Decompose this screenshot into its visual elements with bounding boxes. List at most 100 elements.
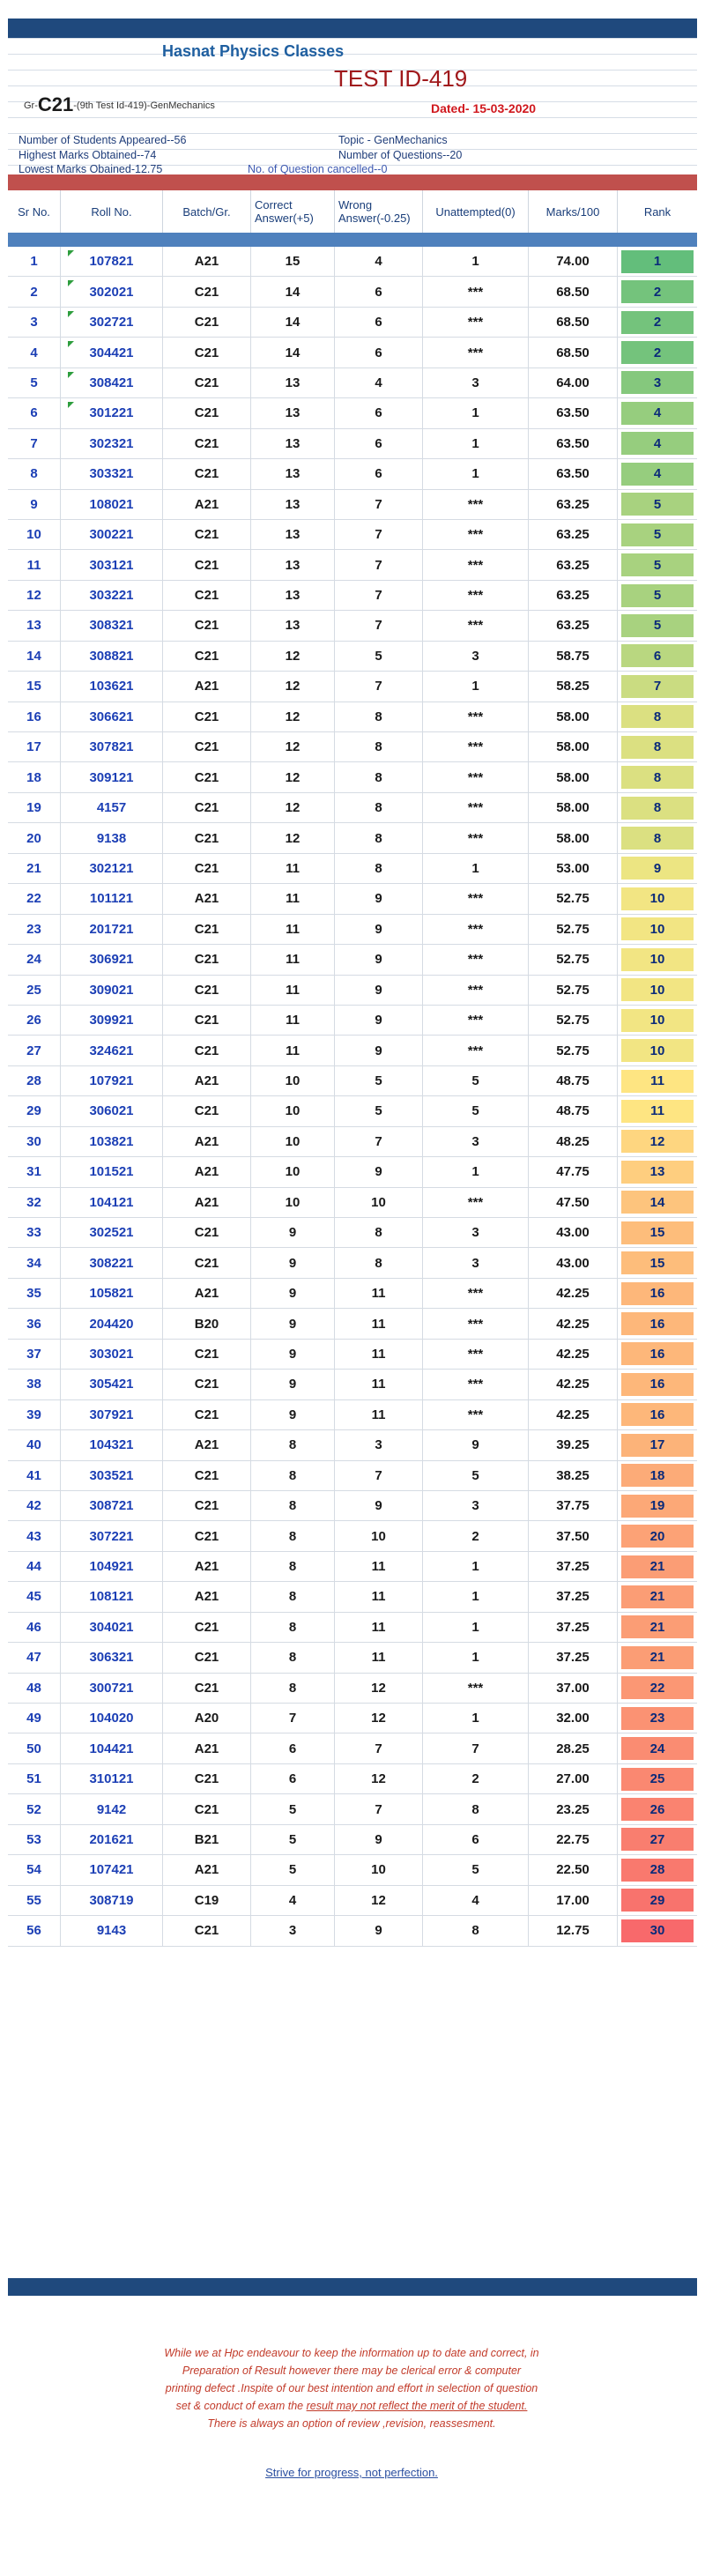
unattempted-cell: *** [423,1278,529,1309]
sr-no-cell: 35 [8,1278,61,1309]
roll-no-cell: 302521 [61,1218,163,1248]
unattempted-cell: 7 [423,1733,529,1763]
sr-no-cell: 5 [8,367,61,398]
wrong-cell: 9 [335,1824,423,1855]
wrong-cell: 8 [335,732,423,762]
marks-cell: 32.00 [529,1704,618,1733]
comment-marker-icon [68,341,74,348]
unattempted-cell: *** [423,1187,529,1217]
marks-cell: 58.00 [529,792,618,823]
table-row: 41 303521 C21 8 7 5 38.25 18 [8,1460,697,1491]
wrong-cell: 5 [335,1096,423,1126]
table-row: 47 306321 C21 8 11 1 37.25 21 [8,1643,697,1674]
marks-cell: 27.00 [529,1763,618,1794]
correct-cell: 11 [251,945,335,975]
unattempted-cell: 3 [423,367,529,398]
rank-cell: 7 [618,672,697,701]
rank-cell: 2 [618,308,697,337]
rank-value: 16 [621,1342,694,1366]
sr-no-cell: 7 [8,428,61,459]
sr-no-cell: 55 [8,1885,61,1916]
roll-no-cell: 307921 [61,1399,163,1430]
lowest-marks: Lowest Marks Obained-12.75 [19,163,163,175]
rank-cell: 2 [618,338,697,367]
unattempted-cell: *** [423,1399,529,1430]
sr-no-cell: 33 [8,1218,61,1248]
wrong-cell: 6 [335,398,423,428]
unattempted-cell: *** [423,914,529,945]
sr-no-cell: 6 [8,398,61,428]
rank-cell: 21 [618,1582,697,1611]
marks-cell: 68.50 [529,277,618,307]
batch-cell: A21 [163,1126,251,1157]
sr-no-cell: 47 [8,1643,61,1673]
correct-cell: 10 [251,1157,335,1187]
roll-no-cell: 309121 [61,762,163,792]
sr-no-cell: 21 [8,853,61,884]
col-correct: Correct Answer(+5) [251,190,335,233]
batch-cell: C21 [163,1794,251,1824]
rank-cell: 20 [618,1521,697,1550]
marks-cell: 37.25 [529,1612,618,1643]
correct-cell: 9 [251,1339,335,1370]
rank-value: 10 [621,1039,694,1063]
roll-no-cell: 9143 [61,1916,163,1946]
rank-value: 24 [621,1737,694,1761]
roll-no-cell: 104121 [61,1187,163,1217]
unattempted-cell: 1 [423,672,529,702]
wrong-cell: 7 [335,1126,423,1157]
sr-no-cell: 48 [8,1673,61,1703]
roll-no-cell: 101521 [61,1157,163,1187]
top-header-bar [8,19,697,38]
sr-no-cell: 18 [8,762,61,792]
marks-cell: 68.50 [529,338,618,367]
sr-no-cell: 56 [8,1916,61,1946]
marks-cell: 37.25 [529,1582,618,1612]
rank-value: 21 [621,1585,694,1608]
correct-cell: 8 [251,1551,335,1582]
roll-no-cell: 204420 [61,1309,163,1339]
rank-cell: 8 [618,762,697,791]
group-code: C21 [37,93,74,115]
correct-cell: 10 [251,1126,335,1157]
unattempted-cell: 1 [423,247,529,277]
wrong-cell: 6 [335,277,423,307]
batch-cell: A21 [163,1157,251,1187]
table-row: 25 309021 C21 11 9 *** 52.75 10 [8,975,697,1006]
batch-cell: C21 [163,1460,251,1490]
sr-no-cell: 38 [8,1370,61,1399]
wrong-cell: 6 [335,307,423,338]
marks-cell: 37.00 [529,1673,618,1703]
table-row: 55 308719 C19 4 12 4 17.00 29 [8,1885,697,1917]
rank-cell: 16 [618,1309,697,1338]
table-row: 10 300221 C21 13 7 *** 63.25 5 [8,519,697,551]
rank-value: 2 [621,341,694,365]
unattempted-cell: 3 [423,1126,529,1157]
batch-cell: C21 [163,307,251,338]
correct-cell: 9 [251,1278,335,1309]
roll-no-cell: 309921 [61,1005,163,1036]
correct-cell: 5 [251,1855,335,1885]
rank-value: 5 [621,493,694,516]
sr-no-cell: 24 [8,945,61,975]
col-batch: Batch/Gr. [163,190,251,233]
rank-value: 9 [621,857,694,880]
roll-no-cell: 302121 [61,853,163,884]
correct-cell: 9 [251,1399,335,1430]
sr-no-cell: 1 [8,247,61,277]
unattempted-cell: *** [423,338,529,367]
rank-value: 29 [621,1889,694,1912]
wrong-cell: 11 [335,1370,423,1399]
sr-no-cell: 31 [8,1157,61,1187]
sr-no-cell: 53 [8,1824,61,1855]
correct-cell: 3 [251,1916,335,1946]
table-row: 21 302121 C21 11 8 1 53.00 9 [8,853,697,885]
rank-value: 21 [621,1555,694,1578]
roll-no-cell: 304421 [61,338,163,367]
sr-no-cell: 19 [8,792,61,823]
rank-value: 10 [621,1008,694,1032]
table-row: 14 308821 C21 12 5 3 58.75 6 [8,641,697,672]
wrong-cell: 7 [335,672,423,702]
correct-cell: 12 [251,702,335,731]
table-row: 15 103621 A21 12 7 1 58.25 7 [8,672,697,702]
